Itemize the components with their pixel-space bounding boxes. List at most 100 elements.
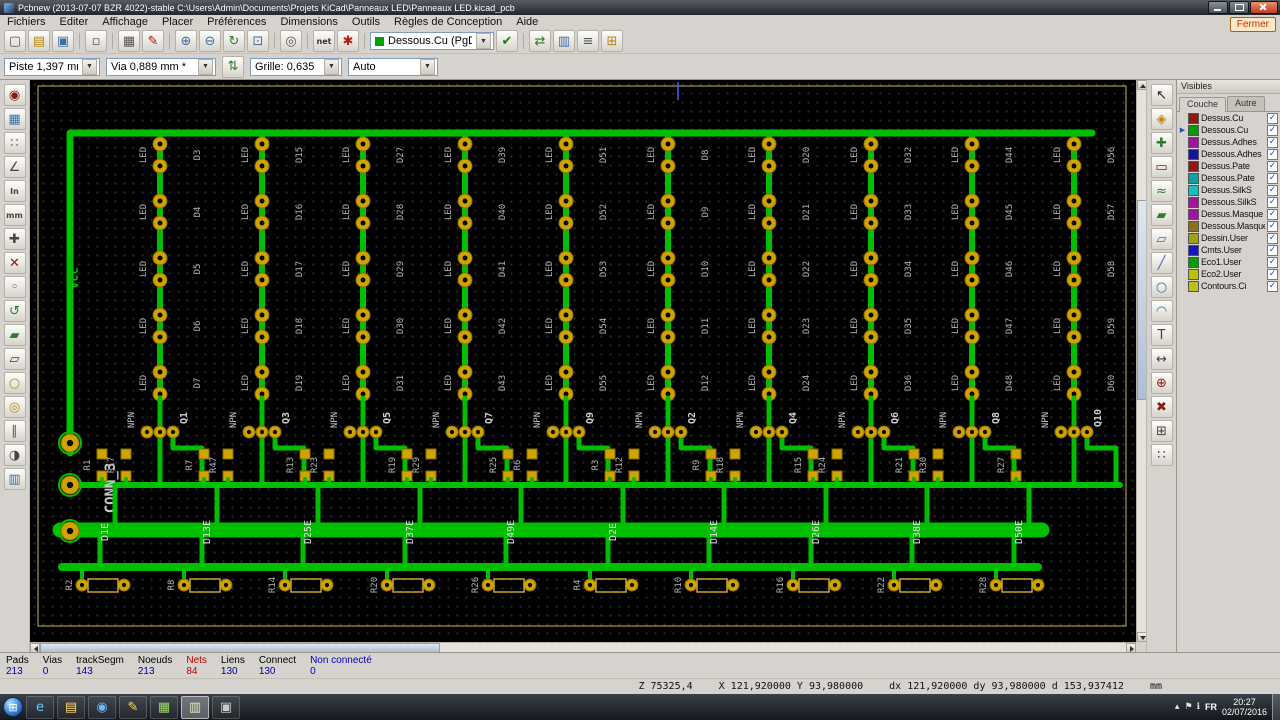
taskbar-kicad-icon[interactable]: ▦ <box>150 695 178 719</box>
layer-visibility-checkbox[interactable]: ✓ <box>1267 268 1278 280</box>
layer-color-swatch[interactable] <box>1188 124 1199 136</box>
layer-color-swatch[interactable] <box>1188 112 1199 124</box>
add-track-icon[interactable]: ≈ <box>1150 180 1173 202</box>
polar-coords-icon[interactable]: ∠ <box>3 156 26 178</box>
auto-track-width-icon[interactable]: ⇅ <box>222 55 244 78</box>
erc-bug-icon[interactable]: ✱ <box>337 30 359 52</box>
add-footprint-icon[interactable]: ▭ <box>1150 156 1173 178</box>
layer-visibility-checkbox[interactable]: ✓ <box>1267 280 1278 292</box>
start-button[interactable]: ⊞ <box>3 697 23 717</box>
netlist-icon[interactable]: net <box>313 30 335 52</box>
zoom-fit-icon[interactable]: ⊡ <box>247 30 269 52</box>
delete-icon[interactable]: ✖ <box>1150 396 1173 418</box>
add-zone-icon[interactable]: ▰ <box>1150 204 1173 226</box>
add-target-icon[interactable]: ⊕ <box>1150 372 1173 394</box>
layer-color-swatch[interactable] <box>1188 232 1199 244</box>
cursor-shape-icon[interactable]: ✚ <box>3 228 26 250</box>
minimize-button[interactable] <box>1208 1 1228 14</box>
tracks-sketch-icon[interactable]: ∥ <box>3 420 26 442</box>
add-circle-icon[interactable]: ○ <box>1150 276 1173 298</box>
layer-row-dessin-user[interactable]: Dessin.User ✓ <box>1177 232 1280 244</box>
language-indicator[interactable]: FR <box>1205 702 1217 712</box>
layer-color-swatch[interactable] <box>1188 184 1199 196</box>
layer-row-dessus-silks[interactable]: Dessus.SilkS ✓ <box>1177 184 1280 196</box>
add-text-icon[interactable]: T <box>1150 324 1173 346</box>
layer-visibility-checkbox[interactable]: ✓ <box>1267 124 1278 136</box>
module-ratsnest-icon[interactable]: ◦ <box>3 276 26 298</box>
taskbar-media-icon[interactable]: ◉ <box>88 695 116 719</box>
tab-couche[interactable]: Couche <box>1179 97 1227 112</box>
tray-expand-icon[interactable]: ▴ <box>1175 702 1180 712</box>
layer-visibility-checkbox[interactable]: ✓ <box>1267 220 1278 232</box>
menu-pr-f-rences[interactable]: Préférences <box>200 15 273 29</box>
menu-affichage[interactable]: Affichage <box>95 15 155 29</box>
track-autodel-icon[interactable]: ↺ <box>3 300 26 322</box>
grid-select[interactable]: Grille: 0,635 ▼ <box>250 57 342 76</box>
show-local-ratsnest-icon[interactable]: ✚ <box>1150 132 1173 154</box>
layer-color-swatch[interactable] <box>1188 280 1199 292</box>
autoroute-mode-icon[interactable]: ≡ <box>577 30 599 52</box>
high-contrast-icon[interactable]: ◑ <box>3 444 26 466</box>
close-button[interactable] <box>1250 1 1278 14</box>
layer-color-swatch[interactable] <box>1188 160 1199 172</box>
layer-row-dessus-adhes[interactable]: Dessus.Adhes ✓ <box>1177 136 1280 148</box>
layer-color-swatch[interactable] <box>1188 220 1199 232</box>
save-board-icon[interactable]: ▣ <box>52 30 74 52</box>
layer-visibility-checkbox[interactable]: ✓ <box>1267 232 1278 244</box>
add-dimension-icon[interactable]: ↔ <box>1150 348 1173 370</box>
layer-visibility-checkbox[interactable]: ✓ <box>1267 148 1278 160</box>
layer-row-eco1-user[interactable]: Eco1.User ✓ <box>1177 256 1280 268</box>
tab-autre[interactable]: Autre <box>1227 96 1265 111</box>
tray-info-icon[interactable]: ℹ <box>1197 702 1200 712</box>
menu-dimensions[interactable]: Dimensions <box>273 15 344 29</box>
add-keepout-icon[interactable]: ▱ <box>1150 228 1173 250</box>
layer-color-swatch[interactable] <box>1188 244 1199 256</box>
layer-visibility-checkbox[interactable]: ✓ <box>1267 112 1278 124</box>
units-mm-icon[interactable]: mm <box>3 204 26 226</box>
taskbar-eeschema-icon[interactable]: ✎ <box>119 695 147 719</box>
grid-origin-icon[interactable]: ∷ <box>1150 444 1173 466</box>
layer-visibility-checkbox[interactable]: ✓ <box>1267 160 1278 172</box>
layer-visibility-checkbox[interactable]: ✓ <box>1267 172 1278 184</box>
taskbar-other-icon[interactable]: ▣ <box>212 695 240 719</box>
plot-icon[interactable]: ✎ <box>142 30 164 52</box>
layer-color-swatch[interactable] <box>1188 268 1199 280</box>
layer-row-dessus-masque[interactable]: Dessus.Masque ✓ <box>1177 208 1280 220</box>
via-size-select[interactable]: Via 0,889 mm * ▼ <box>106 57 216 76</box>
pads-sketch-icon[interactable]: ○ <box>3 372 26 394</box>
ratsnest-mode-icon[interactable]: ⊞ <box>601 30 623 52</box>
layer-row-dessus-cu[interactable]: Dessus.Cu ✓ <box>1177 112 1280 124</box>
layer-visibility-checkbox[interactable]: ✓ <box>1267 196 1278 208</box>
menu-fichiers[interactable]: Fichiers <box>0 15 53 29</box>
layer-color-swatch[interactable] <box>1188 196 1199 208</box>
grid-dots-icon[interactable]: ∷ <box>3 132 26 154</box>
find-icon[interactable]: ◎ <box>280 30 302 52</box>
layer-color-swatch[interactable] <box>1188 172 1199 184</box>
layer-color-swatch[interactable] <box>1188 136 1199 148</box>
vias-sketch-icon[interactable]: ◎ <box>3 396 26 418</box>
layer-visibility-checkbox[interactable]: ✓ <box>1267 136 1278 148</box>
layer-row-cmts-user[interactable]: Cmts.User ✓ <box>1177 244 1280 256</box>
layer-color-swatch[interactable] <box>1188 256 1199 268</box>
units-inch-icon[interactable]: In <box>3 180 26 202</box>
menu-outils[interactable]: Outils <box>345 15 387 29</box>
layer-row-dessous-silks[interactable]: Dessous.SilkS ✓ <box>1177 196 1280 208</box>
show-desktop-button[interactable] <box>1272 694 1280 720</box>
clock[interactable]: 20:27 02/07/2016 <box>1222 697 1267 717</box>
add-line-icon[interactable]: ╱ <box>1150 252 1173 274</box>
taskbar-ie-icon[interactable]: e <box>26 695 54 719</box>
layer-check-icon[interactable]: ✔ <box>496 30 518 52</box>
page-settings-icon[interactable]: ▫ <box>85 30 107 52</box>
footprint-mode-icon[interactable]: ▥ <box>553 30 575 52</box>
vertical-scrollbar[interactable] <box>1136 80 1147 642</box>
layer-visibility-checkbox[interactable]: ✓ <box>1267 256 1278 268</box>
menu-placer[interactable]: Placer <box>155 15 200 29</box>
swap-layers-icon[interactable]: ⇄ <box>529 30 551 52</box>
open-board-icon[interactable]: ▤ <box>28 30 50 52</box>
zoom-out-icon[interactable]: ⊖ <box>199 30 221 52</box>
zones-hide-icon[interactable]: ▱ <box>3 348 26 370</box>
zoom-select[interactable]: Auto ▼ <box>348 57 438 76</box>
layer-row-dessous-adhes[interactable]: Dessous.Adhes ✓ <box>1177 148 1280 160</box>
layer-visibility-checkbox[interactable]: ✓ <box>1267 208 1278 220</box>
layer-row-dessous-masque[interactable]: Dessous.Masque ✓ <box>1177 220 1280 232</box>
